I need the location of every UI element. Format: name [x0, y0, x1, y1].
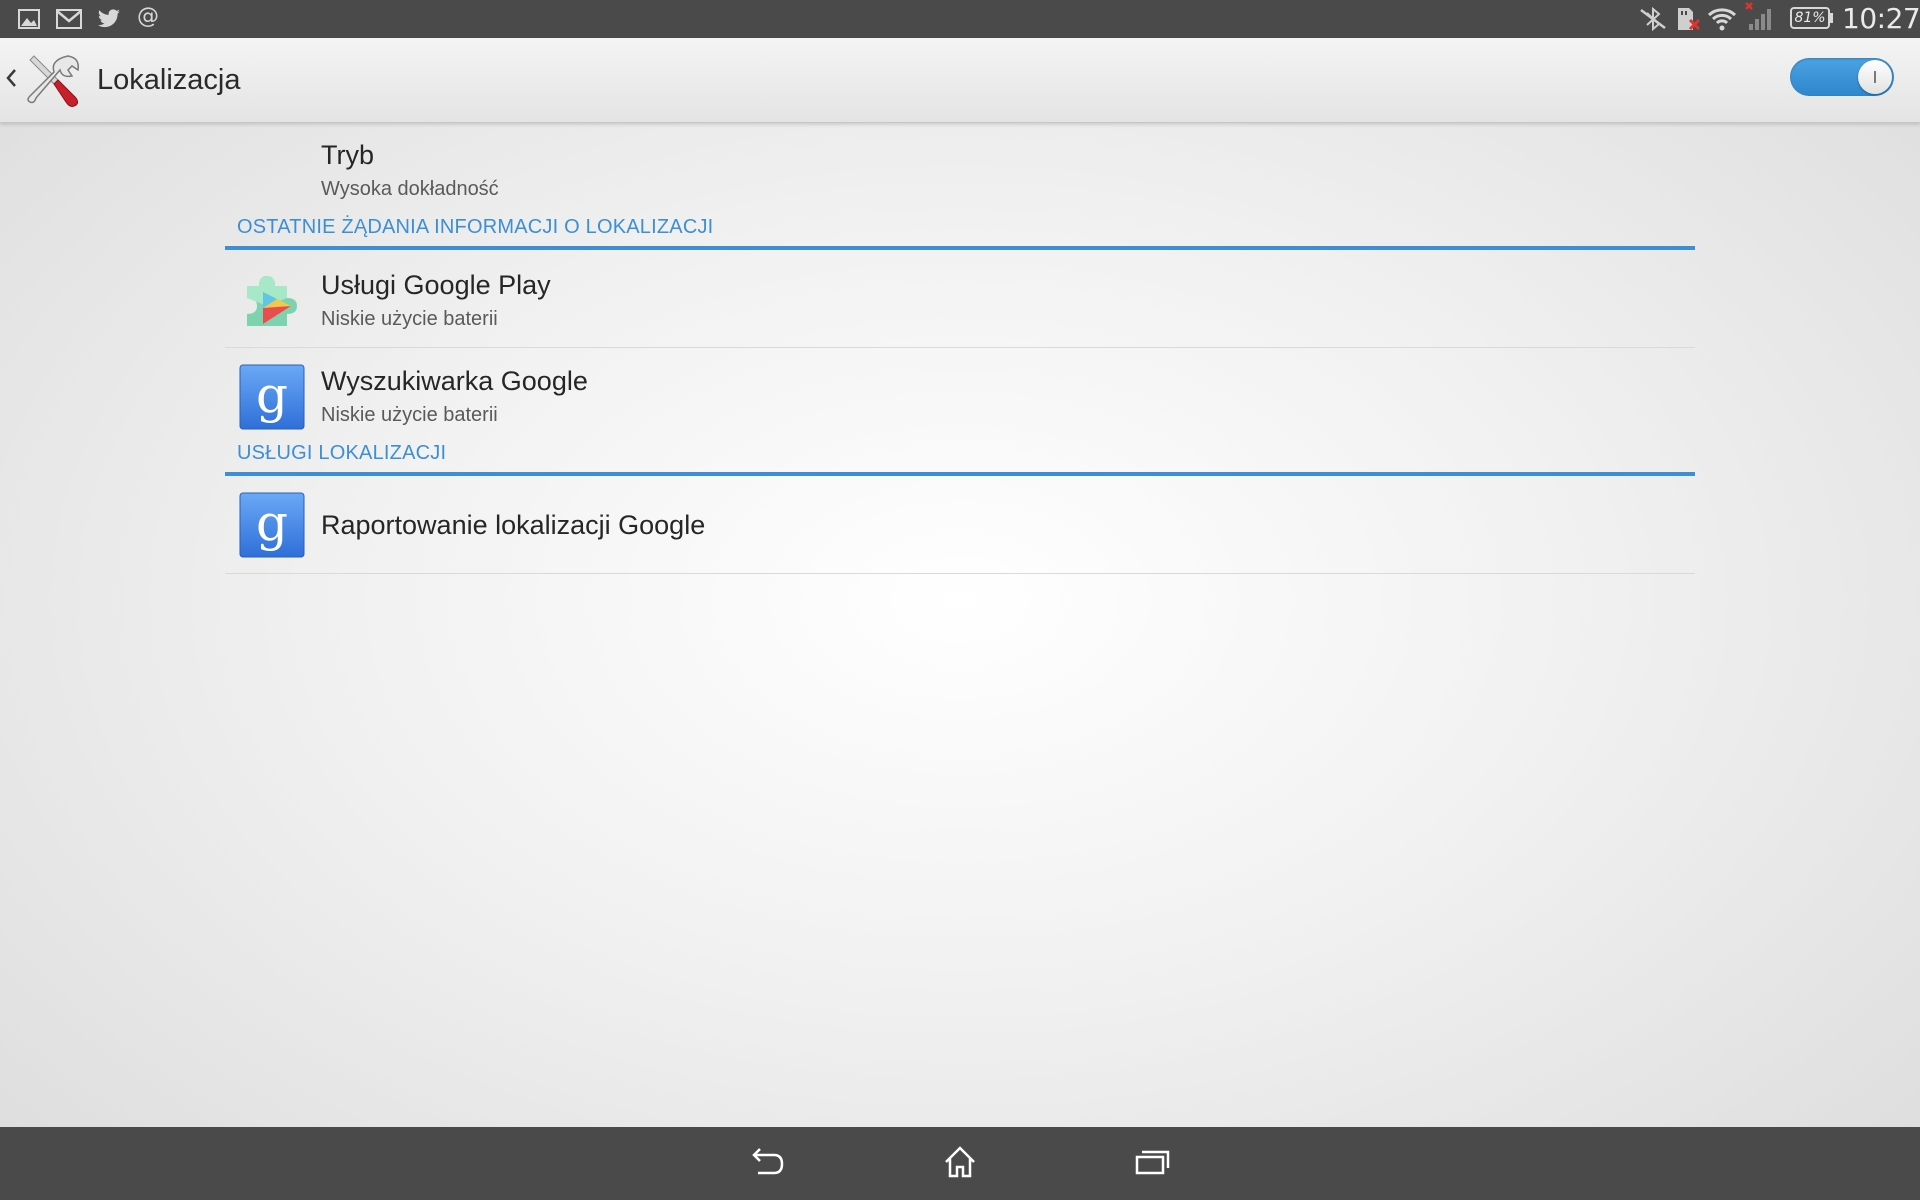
list-item[interactable]: Usługi Google Play Niskie użycie baterii [225, 250, 1695, 348]
location-services-header-label: USŁUGI LOKALIZACJI [237, 442, 447, 464]
up-navigation[interactable] [0, 38, 90, 122]
battery-tip [1830, 13, 1833, 23]
switch-knob [1858, 60, 1892, 94]
settings-list: Tryb Wysoka dokładność OSTATNIE ŻĄDANIA … [225, 122, 1695, 574]
location-master-switch[interactable] [1790, 58, 1894, 96]
home-button[interactable] [938, 1145, 982, 1183]
svg-text:g: g [256, 494, 288, 552]
page-title: Lokalizacja [97, 64, 241, 96]
action-bar: Lokalizacja [0, 38, 1920, 123]
google-play-services-icon [239, 266, 305, 332]
mode-title: Tryb [321, 140, 374, 170]
recent-requests-header: OSTATNIE ŻĄDANIA INFORMACJI O LOKALIZACJ… [225, 202, 1695, 250]
signal-no-service-icon [1745, 2, 1777, 32]
item-title: Wyszukiwarka Google [321, 366, 588, 396]
recent-apps-icon [1134, 1147, 1170, 1182]
bluetooth-off-icon [1638, 7, 1668, 31]
recent-apps-button[interactable] [1130, 1145, 1174, 1183]
settings-tools-icon [24, 52, 84, 117]
item-summary: Niskie użycie baterii [321, 404, 498, 426]
clock: 10:27 [1842, 2, 1920, 35]
item-summary: Niskie użycie baterii [321, 308, 498, 330]
gmail-icon [56, 8, 82, 30]
list-item[interactable]: g Raportowanie lokalizacji Google [225, 476, 1695, 574]
home-icon [942, 1145, 978, 1184]
wifi-icon [1707, 8, 1737, 31]
google-search-icon: g [239, 492, 305, 558]
navigation-bar [0, 1127, 1920, 1200]
mode-summary: Wysoka dokładność [321, 178, 499, 200]
email-at-icon: @ [137, 4, 159, 29]
battery-indicator: 81% [1790, 7, 1830, 29]
google-search-icon: g [239, 364, 305, 430]
status-bar: @ 81% 10:27 [0, 0, 1920, 38]
back-button[interactable] [746, 1145, 790, 1183]
twitter-icon [97, 8, 121, 30]
svg-text:g: g [256, 366, 288, 424]
sd-card-error-icon [1674, 8, 1700, 31]
gallery-icon [18, 8, 40, 30]
item-title: Usługi Google Play [321, 270, 551, 300]
location-services-header: USŁUGI LOKALIZACJI [225, 428, 1695, 476]
back-icon [750, 1147, 786, 1182]
recent-requests-header-label: OSTATNIE ŻĄDANIA INFORMACJI O LOKALIZACJ… [237, 216, 714, 238]
item-title: Raportowanie lokalizacji Google [321, 510, 706, 540]
chevron-left-icon [4, 64, 18, 97]
